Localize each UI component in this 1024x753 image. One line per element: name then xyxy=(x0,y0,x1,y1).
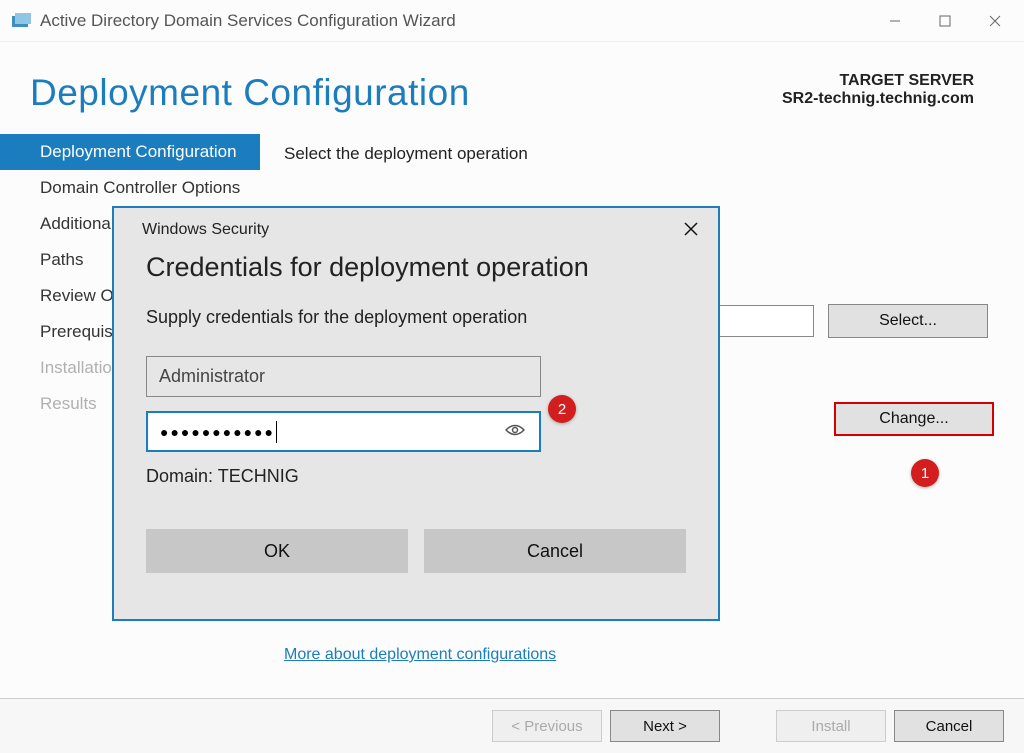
sidebar-item-label: Deployment Configuration xyxy=(40,142,237,161)
text-cursor xyxy=(276,421,277,443)
dialog-titlebar: Windows Security xyxy=(114,208,718,252)
dialog-close-icon[interactable] xyxy=(684,219,698,242)
sidebar-item-label: Paths xyxy=(40,250,83,269)
wizard-footer: < Previous Next > Install Cancel xyxy=(0,698,1024,753)
button-label: Next > xyxy=(643,718,687,735)
change-button[interactable]: Change... xyxy=(834,402,994,436)
sidebar-item-label: Domain Controller Options xyxy=(40,178,240,197)
maximize-button[interactable] xyxy=(920,0,970,42)
select-button[interactable]: Select... xyxy=(828,304,988,338)
header: Deployment Configuration TARGET SERVER S… xyxy=(0,42,1024,124)
button-label: Select... xyxy=(879,312,937,330)
minimize-button[interactable] xyxy=(870,0,920,42)
password-input[interactable]: ●●●●●●●●●●● xyxy=(146,411,541,452)
dialog-title: Windows Security xyxy=(142,221,269,239)
target-server-block: TARGET SERVER SR2-technig.technig.com xyxy=(782,72,974,108)
credentials-dialog: Windows Security Credentials for deploym… xyxy=(112,206,720,621)
target-server-name: SR2-technig.technig.com xyxy=(782,90,974,108)
username-value: Administrator xyxy=(159,366,265,387)
more-about-link[interactable]: More about deployment configurations xyxy=(284,626,556,664)
previous-button: < Previous xyxy=(492,710,602,742)
app-icon xyxy=(12,13,32,29)
username-input[interactable]: Administrator xyxy=(146,356,541,397)
sidebar-item-label: Installation xyxy=(40,358,121,377)
dialog-heading: Credentials for deployment operation xyxy=(146,252,686,283)
dialog-button-row: OK Cancel xyxy=(146,529,686,573)
button-label: Change... xyxy=(879,410,948,428)
sidebar-item-label: Results xyxy=(40,394,97,413)
target-server-label: TARGET SERVER xyxy=(782,72,974,90)
domain-label: Domain: TECHNIG xyxy=(146,466,686,487)
button-label: OK xyxy=(264,541,290,562)
ok-button[interactable]: OK xyxy=(146,529,408,573)
next-button[interactable]: Next > xyxy=(610,710,720,742)
dialog-cancel-button[interactable]: Cancel xyxy=(424,529,686,573)
annotation-bubble-2: 2 xyxy=(548,395,576,423)
link-text: More about deployment configurations xyxy=(284,646,556,663)
password-value: ●●●●●●●●●●● xyxy=(160,424,275,440)
dialog-subtext: Supply credentials for the deployment op… xyxy=(146,307,686,328)
install-button: Install xyxy=(776,710,886,742)
window-controls xyxy=(870,0,1020,42)
button-label: Cancel xyxy=(527,541,583,562)
reveal-password-icon[interactable] xyxy=(505,422,525,442)
instruction-text: Select the deployment operation xyxy=(284,144,994,164)
button-label: Cancel xyxy=(926,718,973,735)
sidebar-item-domain-controller-options[interactable]: Domain Controller Options xyxy=(0,170,260,206)
page-title: Deployment Configuration xyxy=(30,72,470,114)
sidebar-item-deployment-configuration[interactable]: Deployment Configuration xyxy=(0,134,260,170)
dialog-body: Credentials for deployment operation Sup… xyxy=(114,252,718,573)
window-titlebar: Active Directory Domain Services Configu… xyxy=(0,0,1024,42)
button-label: < Previous xyxy=(511,718,582,735)
button-label: Install xyxy=(811,718,850,735)
close-button[interactable] xyxy=(970,0,1020,42)
annotation-bubble-1: 1 xyxy=(911,459,939,487)
window-title: Active Directory Domain Services Configu… xyxy=(40,11,870,31)
cancel-button[interactable]: Cancel xyxy=(894,710,1004,742)
